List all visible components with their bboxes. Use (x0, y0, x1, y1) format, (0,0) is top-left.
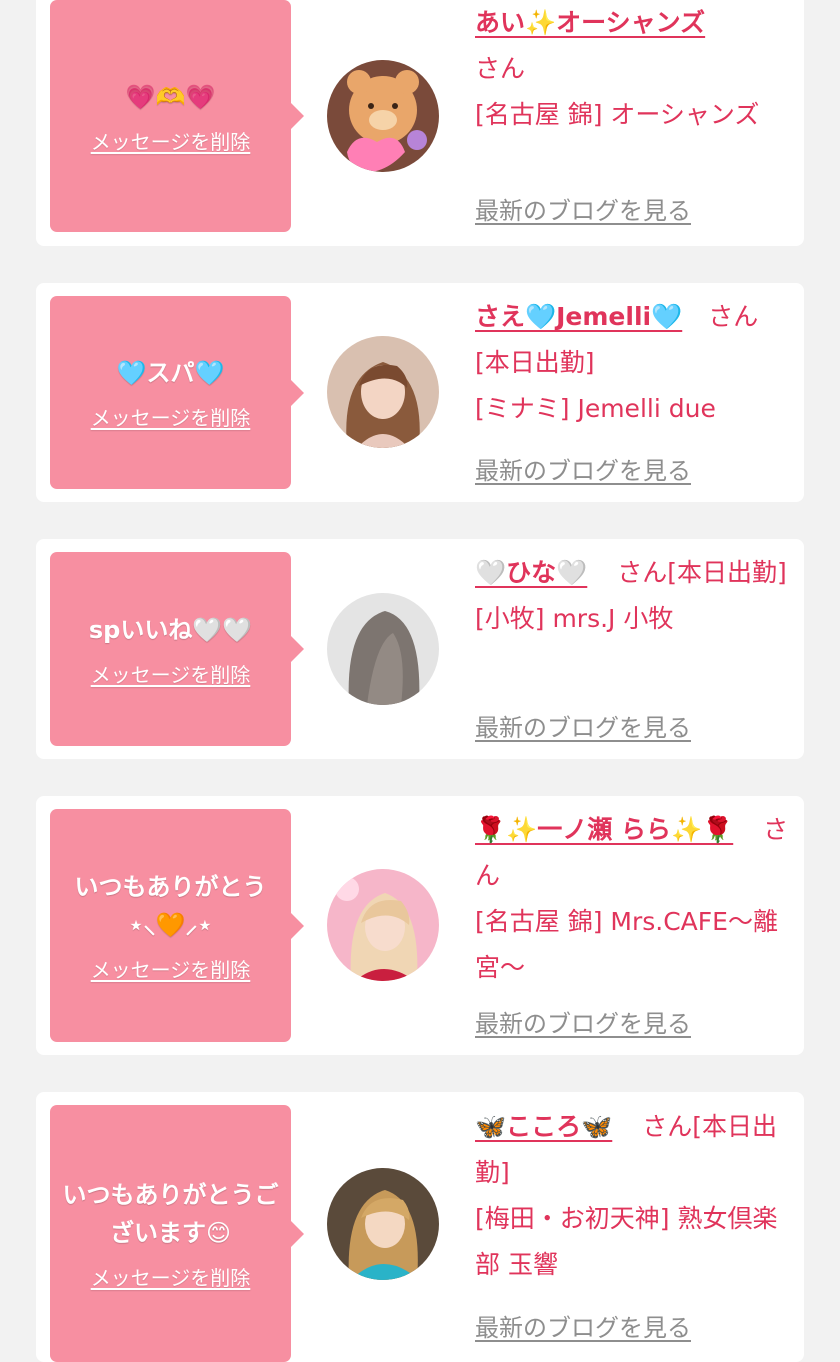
shop-label: [小牧] mrs.J 小牧 (475, 604, 674, 633)
girl-info: 🦋こころ🦋 さん[本日出勤] [梅田・お初天神] 熟女倶楽部 玉響 (475, 1104, 795, 1288)
status-label: [本日出勤] (475, 348, 595, 377)
delete-message-link[interactable]: メッセージを削除 (91, 1262, 251, 1291)
status-label: [本日出勤] (667, 558, 787, 587)
message-bubble: いつもありがとうございます😊 メッセージを削除 (50, 1105, 304, 1362)
message-card: spいいね🤍🤍 メッセージを削除 🤍ひな🤍 さん[本日出勤] [小牧] mrs.… (36, 539, 804, 759)
avatar-image (327, 1168, 439, 1280)
message-text: 💗🫶💗 (125, 82, 216, 111)
girl-name-link[interactable]: 🌹✨一ノ瀬 らら✨🌹 (475, 815, 733, 844)
shop-label: [名古屋 錦] オーシャンズ (475, 100, 760, 129)
avatar-image (327, 869, 439, 981)
shop-label: [梅田・お初天神] 熟女倶楽部 玉響 (475, 1204, 778, 1279)
message-bubble: spいいね🤍🤍 メッセージを削除 (50, 552, 304, 746)
avatar[interactable] (327, 869, 439, 981)
avatar-image (327, 336, 439, 448)
san-suffix: さん (617, 558, 668, 587)
latest-blog-link[interactable]: 最新のブログを見る (475, 451, 691, 486)
girl-name-link[interactable]: 🦋こころ🦋 (475, 1112, 612, 1141)
avatar[interactable] (327, 1168, 439, 1280)
avatar[interactable] (327, 60, 439, 172)
latest-blog-link[interactable]: 最新のブログを見る (475, 1308, 691, 1343)
message-text: spいいね🤍🤍 (88, 615, 253, 644)
girl-name-link[interactable]: あい✨オーシャンズ (475, 8, 705, 37)
latest-blog-link[interactable]: 最新のブログを見る (475, 1004, 691, 1039)
message-bubble: 💗🫶💗 メッセージを削除 (50, 0, 304, 232)
message-bubble: いつもありがとう⋆⸜🧡⸝⋆ メッセージを削除 (50, 809, 304, 1042)
message-bubble: 🩵スパ🩵 メッセージを削除 (50, 296, 304, 489)
message-text: いつもありがとうございます😊 (62, 1181, 279, 1247)
girl-name-link[interactable]: さえ🩵Jemelli🩵 (475, 302, 682, 331)
message-card: いつもありがとう⋆⸜🧡⸝⋆ メッセージを削除 🌹✨一ノ瀬 らら✨🌹 さん [名古… (36, 796, 804, 1055)
san-suffix: さん (642, 1112, 693, 1141)
girl-info: さえ🩵Jemelli🩵 さん [本日出勤] [ミナミ] Jemelli due (475, 294, 795, 432)
girl-info: あい✨オーシャンズ さん [名古屋 錦] オーシャンズ (475, 0, 795, 138)
latest-blog-link[interactable]: 最新のブログを見る (475, 191, 691, 226)
shop-label: [名古屋 錦] Mrs.CAFE〜離宮〜 (475, 907, 778, 982)
avatar-image (327, 593, 439, 705)
san-suffix: さん (475, 54, 526, 83)
latest-blog-link[interactable]: 最新のブログを見る (475, 708, 691, 743)
girl-name-link[interactable]: 🤍ひな🤍 (475, 558, 587, 587)
avatar[interactable] (327, 336, 439, 448)
avatar[interactable] (327, 593, 439, 705)
san-suffix: さん (708, 302, 759, 331)
girl-info: 🤍ひな🤍 さん[本日出勤] [小牧] mrs.J 小牧 (475, 550, 795, 642)
message-card: 🩵スパ🩵 メッセージを削除 さえ🩵Jemelli🩵 さん [本日出勤] [ミナミ… (36, 283, 804, 502)
delete-message-link[interactable]: メッセージを削除 (91, 659, 251, 688)
message-card: 💗🫶💗 メッセージを削除 あい✨オーシャンズ さん [名古屋 錦] オーシャンズ… (36, 0, 804, 246)
avatar-image (327, 60, 439, 172)
shop-label: [ミナミ] Jemelli due (475, 394, 716, 423)
delete-message-link[interactable]: メッセージを削除 (91, 402, 251, 431)
delete-message-link[interactable]: メッセージを削除 (91, 954, 251, 983)
message-text: いつもありがとう⋆⸜🧡⸝⋆ (74, 873, 267, 939)
girl-info: 🌹✨一ノ瀬 らら✨🌹 さん [名古屋 錦] Mrs.CAFE〜離宮〜 (475, 807, 795, 991)
message-card: いつもありがとうございます😊 メッセージを削除 🦋こころ🦋 さん[本日出勤] [… (36, 1092, 804, 1362)
delete-message-link[interactable]: メッセージを削除 (91, 126, 251, 155)
message-text: 🩵スパ🩵 (116, 359, 225, 387)
